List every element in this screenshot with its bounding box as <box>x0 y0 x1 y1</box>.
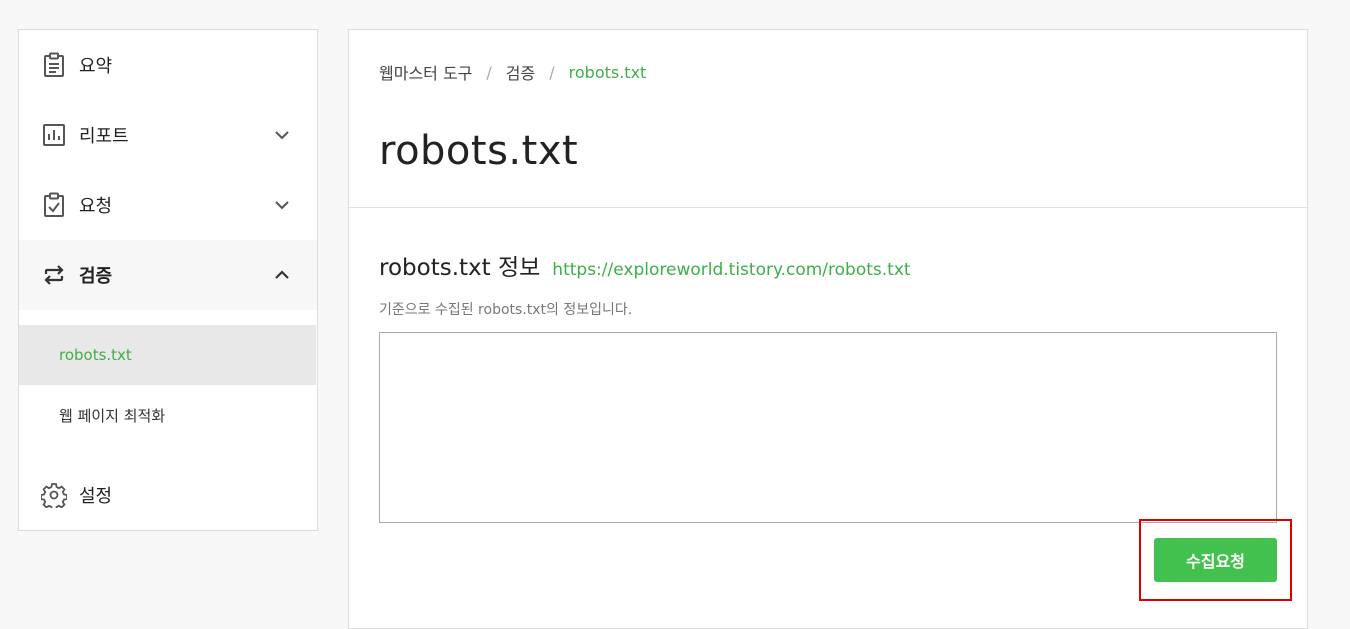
main-panel: 웹마스터 도구 / 검증 / robots.txt robots.txt rob… <box>348 29 1308 629</box>
clipboard-icon <box>41 52 67 78</box>
sidebar-item-settings[interactable]: 설정 <box>19 460 317 530</box>
breadcrumb-separator: / <box>486 62 492 82</box>
robots-content-box <box>379 332 1277 523</box>
divider <box>349 207 1307 208</box>
bar-chart-icon <box>41 122 67 148</box>
sidebar-item-request[interactable]: 요청 <box>19 170 317 240</box>
chevron-down-icon[interactable] <box>273 196 291 214</box>
chevron-down-icon[interactable] <box>273 126 291 144</box>
sidebar-item-verify[interactable]: 검증 <box>19 240 317 310</box>
collect-request-button[interactable]: 수집요청 <box>1154 538 1277 582</box>
clipboard-check-icon <box>41 192 67 218</box>
sidebar-item-report[interactable]: 리포트 <box>19 100 317 170</box>
repeat-arrows-icon <box>41 262 67 288</box>
section-title: robots.txt 정보 <box>379 255 541 281</box>
section-header: robots.txt 정보 https://exploreworld.tisto… <box>379 248 911 282</box>
breadcrumb-separator: / <box>549 62 555 82</box>
sidebar-item-summary[interactable]: 요약 <box>19 30 317 100</box>
gear-icon <box>41 482 67 508</box>
chevron-up-icon[interactable] <box>273 266 291 284</box>
robots-url-link[interactable]: https://exploreworld.tistory.com/robots.… <box>552 260 910 280</box>
sidebar-item-label: 요약 <box>79 56 113 77</box>
sidebar: 요약 리포트 요청 검증 robots.txt 웹 페이지 최적화 설정 <box>18 29 318 531</box>
sidebar-item-label: 리포트 <box>79 126 129 147</box>
breadcrumb-verify[interactable]: 검증 <box>506 60 535 84</box>
sidebar-item-label: 요청 <box>79 196 113 217</box>
sidebar-item-label: 설정 <box>79 486 113 507</box>
section-description: 기준으로 수집된 robots.txt의 정보입니다. <box>379 302 633 318</box>
page-title: robots.txt <box>379 128 579 174</box>
sidebar-item-label: 검증 <box>79 266 113 287</box>
breadcrumb: 웹마스터 도구 / 검증 / robots.txt <box>379 60 646 84</box>
breadcrumb-webmaster-tools[interactable]: 웹마스터 도구 <box>379 60 472 84</box>
sidebar-subitem-robots-txt[interactable]: robots.txt <box>19 325 316 385</box>
sidebar-subitem-web-page-optimization[interactable]: 웹 페이지 최적화 <box>19 385 316 445</box>
breadcrumb-current: robots.txt <box>568 62 647 82</box>
